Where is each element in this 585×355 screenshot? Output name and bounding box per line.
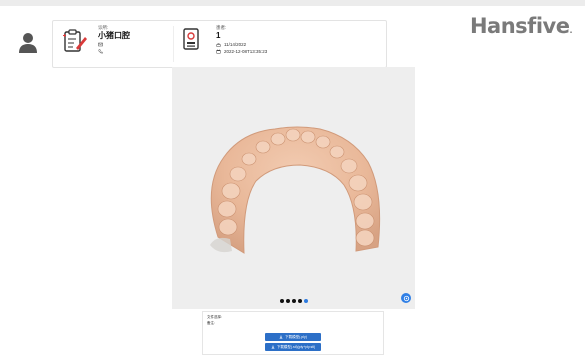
patient-info: 患者: 1 11/14/2022 2022-12-08T13:35:23 <box>216 25 267 55</box>
clinic-name: 小猪口腔 <box>98 31 130 40</box>
mail-icon <box>98 42 103 47</box>
rotate-view-icon <box>403 295 409 301</box>
patient-scan-time-value: 2022-12-08T13:35:23 <box>224 49 268 54</box>
page-dot[interactable] <box>280 299 284 303</box>
cake-icon <box>216 43 221 47</box>
patient-birth-date-value: 11/14/2022 <box>224 42 247 47</box>
note-label: 备注: <box>207 321 215 325</box>
page-indicator <box>280 299 308 303</box>
page-dot[interactable] <box>292 299 296 303</box>
phone-icon <box>98 49 103 54</box>
dental-arch-model[interactable] <box>172 67 415 309</box>
brand-logo: Hansfive. <box>470 14 572 38</box>
download-stl-button[interactable]: 下载模型(.stl)(ply+ply.stl) <box>265 343 321 351</box>
patient-birth-date: 11/14/2022 <box>216 41 267 48</box>
view-settings-button[interactable] <box>401 293 411 303</box>
download-ply-label: 下载模型(.ply) <box>285 334 307 339</box>
brand-logo-suffix: . <box>569 26 572 35</box>
patient-label: 患者: <box>216 25 227 30</box>
page-dot[interactable] <box>298 299 302 303</box>
file-select-label: 文件选择: <box>207 315 222 319</box>
clinic-phone <box>98 48 130 55</box>
download-ply-button[interactable]: 下载模型(.ply) <box>265 333 321 341</box>
clinic-clipboard-icon <box>63 29 87 52</box>
download-icon <box>271 345 275 349</box>
brand-logo-text: Hansfive <box>469 14 570 38</box>
download-stl-label: 下载模型(.stl)(ply+ply.stl) <box>276 344 316 349</box>
calendar-icon <box>216 49 221 54</box>
clinic-email <box>98 41 130 48</box>
patient-id-card-icon <box>183 28 199 50</box>
patient-scan-time: 2022-12-08T13:35:23 <box>216 48 267 55</box>
clinic-info: 诊所: 小猪口腔 <box>98 25 130 55</box>
download-panel: 文件选择: 备注: 下载模型(.ply) 下载模型(.stl)(ply+ply.… <box>202 311 384 355</box>
card-divider <box>173 26 174 62</box>
download-icon <box>279 335 283 339</box>
3d-model-viewer[interactable] <box>172 67 415 309</box>
clinic-label: 诊所: <box>98 25 109 30</box>
patient-id: 1 <box>216 31 221 40</box>
top-strip <box>0 0 585 6</box>
case-info-card: 诊所: 小猪口腔 患者: 1 11/14/2022 2022-12-08T13:… <box>52 20 387 68</box>
page-dot[interactable] <box>286 299 290 303</box>
user-avatar-icon[interactable] <box>18 32 38 54</box>
page-dot-active[interactable] <box>304 299 308 303</box>
